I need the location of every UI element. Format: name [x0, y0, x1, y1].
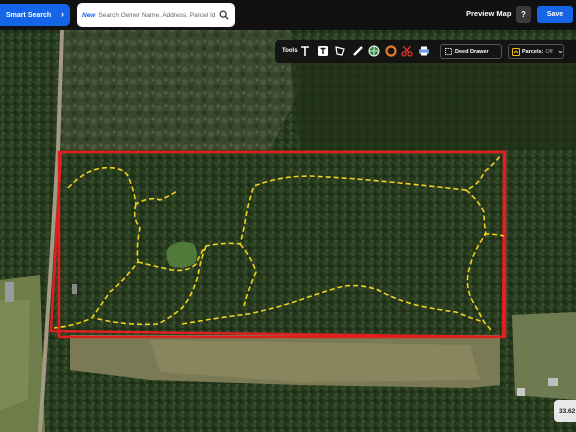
search-input[interactable] [98, 8, 227, 22]
east-clearing [512, 312, 576, 400]
circle-icon [385, 45, 397, 57]
building [72, 284, 77, 294]
text-box-tool[interactable] [317, 45, 329, 57]
ruler-icon [353, 46, 363, 56]
text-tool[interactable] [299, 45, 311, 57]
building [548, 378, 558, 386]
pine-area [290, 60, 576, 150]
chevron-right-icon: › [61, 9, 64, 19]
smart-search-label: Smart Search [6, 11, 52, 19]
scissors-tool[interactable] [401, 45, 413, 57]
parcels-label: Parcels: [522, 48, 544, 55]
help-button[interactable]: ? [516, 6, 531, 23]
print-icon [419, 46, 429, 56]
preview-map-button[interactable]: Preview Map [466, 9, 511, 18]
chevron-down-icon[interactable]: ⌄ [557, 46, 564, 55]
top-bar: Smart Search › New Preview Map ? Save [0, 0, 576, 30]
text-icon [301, 46, 309, 56]
satellite-map[interactable] [0, 0, 576, 432]
deed-icon [445, 48, 452, 55]
ruler-tool[interactable] [352, 45, 364, 57]
tools-bar: Tools Deed Drawer Parcels: Off ⌄ [275, 40, 576, 63]
circle-tool[interactable] [385, 45, 397, 57]
pond [166, 241, 197, 268]
globe-tool[interactable] [368, 45, 380, 57]
deciduous-area [60, 30, 300, 150]
print-tool[interactable] [418, 45, 430, 57]
parcel-icon [512, 47, 520, 56]
smart-search-button[interactable]: Smart Search › [0, 4, 70, 26]
search-icon[interactable] [219, 10, 229, 20]
parcels-toggle[interactable]: Parcels: Off [508, 44, 564, 59]
left-pasture [0, 300, 30, 410]
polygon-icon [335, 46, 345, 56]
acreage-badge: 33.62 [554, 400, 576, 422]
polygon-tool[interactable] [334, 45, 346, 57]
deed-drawer-label: Deed Drawer [455, 48, 489, 55]
building [517, 388, 525, 396]
tools-label: Tools [282, 48, 298, 54]
save-button[interactable]: Save [537, 6, 573, 23]
parcels-state: Off [545, 48, 553, 55]
building [5, 282, 14, 302]
scissors-icon [401, 46, 413, 57]
search-box[interactable]: New [77, 3, 235, 27]
text-box-icon [318, 46, 328, 56]
new-badge: New [82, 11, 96, 19]
deed-drawer-button[interactable]: Deed Drawer [440, 44, 502, 59]
globe-icon [368, 45, 380, 57]
